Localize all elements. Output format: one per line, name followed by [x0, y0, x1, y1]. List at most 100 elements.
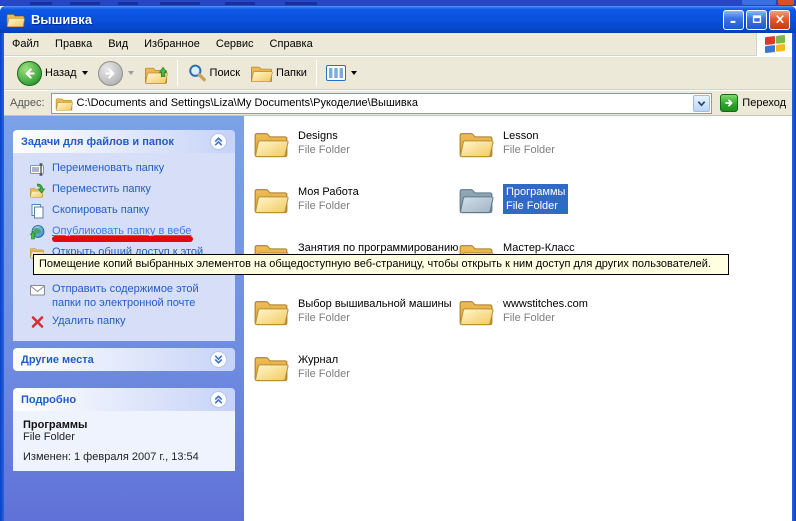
task-email-folder[interactable]: Отправить содержимое этой папки по элект… [17, 280, 231, 312]
folder-type: File Folder [298, 143, 350, 157]
folder-type: File Folder [503, 143, 555, 157]
menu-edit[interactable]: Правка [47, 35, 100, 53]
tooltip: Помещение копий выбранных элементов на о… [33, 254, 729, 275]
tasks-panel-title: Задачи для файлов и папок [21, 136, 210, 148]
up-button[interactable] [139, 62, 173, 84]
back-label: Назад [45, 67, 77, 79]
background-window-menu-fragment [70, 2, 100, 5]
task-delete-folder[interactable]: Удалить папку [17, 312, 231, 333]
folder-tile-lesson[interactable]: LessonFile Folder [458, 128, 658, 172]
folder-name: Выбор вышивальной машины [298, 297, 452, 311]
tasks-panel-header[interactable]: Задачи для файлов и папок [13, 130, 235, 153]
folder-tile-designs[interactable]: DesignsFile Folder [253, 128, 453, 172]
task-link[interactable]: Удалить папку [52, 314, 126, 328]
task-copy-folder[interactable]: Скопировать папку [17, 201, 231, 222]
folder-tile-programmy-selected[interactable]: ПрограммыFile Folder [458, 184, 658, 228]
move-folder-icon [29, 182, 46, 198]
red-underline-annotation [52, 236, 193, 242]
forward-button[interactable] [93, 61, 139, 86]
folders-button[interactable]: Папки [245, 63, 312, 83]
menu-bar: Файл Правка Вид Избранное Сервис Справка [4, 33, 792, 56]
back-icon [17, 61, 42, 86]
folders-icon [250, 63, 273, 83]
folder-name: Программы [506, 185, 565, 199]
task-link[interactable]: Переименовать папку [52, 161, 164, 175]
address-dropdown-button[interactable] [693, 95, 710, 112]
folder-tile-zhurnal[interactable]: ЖурналFile Folder [253, 352, 453, 396]
search-icon [187, 63, 207, 83]
window-folder-icon [6, 11, 25, 28]
menu-file[interactable]: Файл [4, 35, 47, 53]
other-places-title: Другие места [21, 354, 210, 366]
up-folder-icon [144, 62, 168, 84]
folder-name: Занятия по программированию [298, 241, 458, 255]
expand-button[interactable] [210, 351, 227, 368]
menu-tools[interactable]: Сервис [208, 35, 262, 53]
minimize-button[interactable] [723, 10, 744, 30]
background-window-menu-fragment [118, 2, 138, 5]
explorer-window: Вышивка Файл Правка Вид Избранное Сервис… [0, 0, 796, 521]
folder-tile-vybor-mashiny[interactable]: Выбор вышивальной машиныFile Folder [253, 296, 483, 340]
details-panel: Подробно Программы File Folder Изменен: … [13, 388, 235, 471]
toolbar: Назад Поиск Папки [4, 57, 792, 90]
window-border-right [792, 33, 796, 521]
background-window-menu-fragment [285, 2, 317, 5]
folder-icon [253, 296, 289, 326]
folder-icon [253, 128, 289, 158]
menu-favorites[interactable]: Избранное [136, 35, 208, 53]
address-combobox[interactable]: C:\Documents and Settings\Liza\My Docume… [51, 93, 713, 114]
background-window-menu-fragment [160, 2, 200, 5]
close-button[interactable] [769, 10, 790, 30]
back-button[interactable]: Назад [12, 61, 93, 86]
task-pane: Задачи для файлов и папок Переименовать … [4, 116, 244, 521]
address-value[interactable]: C:\Documents and Settings\Liza\My Docume… [77, 97, 694, 109]
task-link[interactable]: Переместить папку [52, 182, 151, 196]
folder-name: Моя Работа [298, 185, 359, 199]
views-dropdown-icon[interactable] [351, 71, 357, 75]
windows-logo [756, 33, 792, 56]
rename-icon [29, 161, 46, 177]
background-window-menu-fragment [30, 2, 52, 5]
email-icon [29, 282, 46, 298]
search-button[interactable]: Поиск [182, 63, 245, 83]
task-move-folder[interactable]: Переместить папку [17, 180, 231, 201]
maximize-button[interactable] [746, 10, 767, 30]
folder-tile-wwwstitches[interactable]: wwwstitches.comFile Folder [458, 296, 658, 340]
go-arrow-icon [720, 94, 738, 112]
file-list: DesignsFile Folder LessonFile Folder Моя… [244, 116, 792, 521]
folder-icon [253, 352, 289, 382]
back-dropdown-icon[interactable] [82, 71, 88, 75]
folder-type: File Folder [298, 311, 452, 325]
task-rename-folder[interactable]: Переименовать папку [17, 159, 231, 180]
publish-web-icon [29, 224, 46, 240]
go-button[interactable]: Переход [720, 94, 786, 112]
folder-tile-moya-rabota[interactable]: Моя РаботаFile Folder [253, 184, 453, 228]
other-places-panel: Другие места [13, 348, 235, 371]
address-bar: Адрес: C:\Documents and Settings\Liza\My… [4, 91, 792, 116]
search-label: Поиск [210, 67, 240, 79]
background-window-buttons [742, 0, 776, 5]
folder-type: File Folder [506, 199, 565, 213]
forward-dropdown-icon [128, 71, 134, 75]
task-link[interactable]: Отправить содержимое этой папки по элект… [52, 282, 217, 310]
folder-type: File Folder [503, 311, 588, 325]
main-area: Задачи для файлов и папок Переименовать … [4, 116, 792, 521]
menu-help[interactable]: Справка [262, 35, 321, 53]
folder-icon [458, 128, 494, 158]
toolbar-separator [316, 60, 317, 86]
details-title: Подробно [21, 394, 210, 406]
task-link[interactable]: Скопировать папку [52, 203, 149, 217]
close-icon [774, 14, 786, 25]
folders-label: Папки [276, 67, 307, 79]
collapse-button[interactable] [210, 391, 227, 408]
views-button[interactable] [321, 65, 362, 81]
menu-view[interactable]: Вид [100, 35, 136, 53]
delete-icon [29, 314, 46, 330]
details-body: Программы File Folder Изменен: 1 февраля… [13, 411, 235, 471]
window-title: Вышивка [31, 12, 723, 27]
other-places-header[interactable]: Другие места [13, 348, 235, 371]
maximize-icon [751, 14, 763, 25]
address-folder-icon [55, 96, 73, 111]
collapse-button[interactable] [210, 133, 227, 150]
details-header[interactable]: Подробно [13, 388, 235, 411]
